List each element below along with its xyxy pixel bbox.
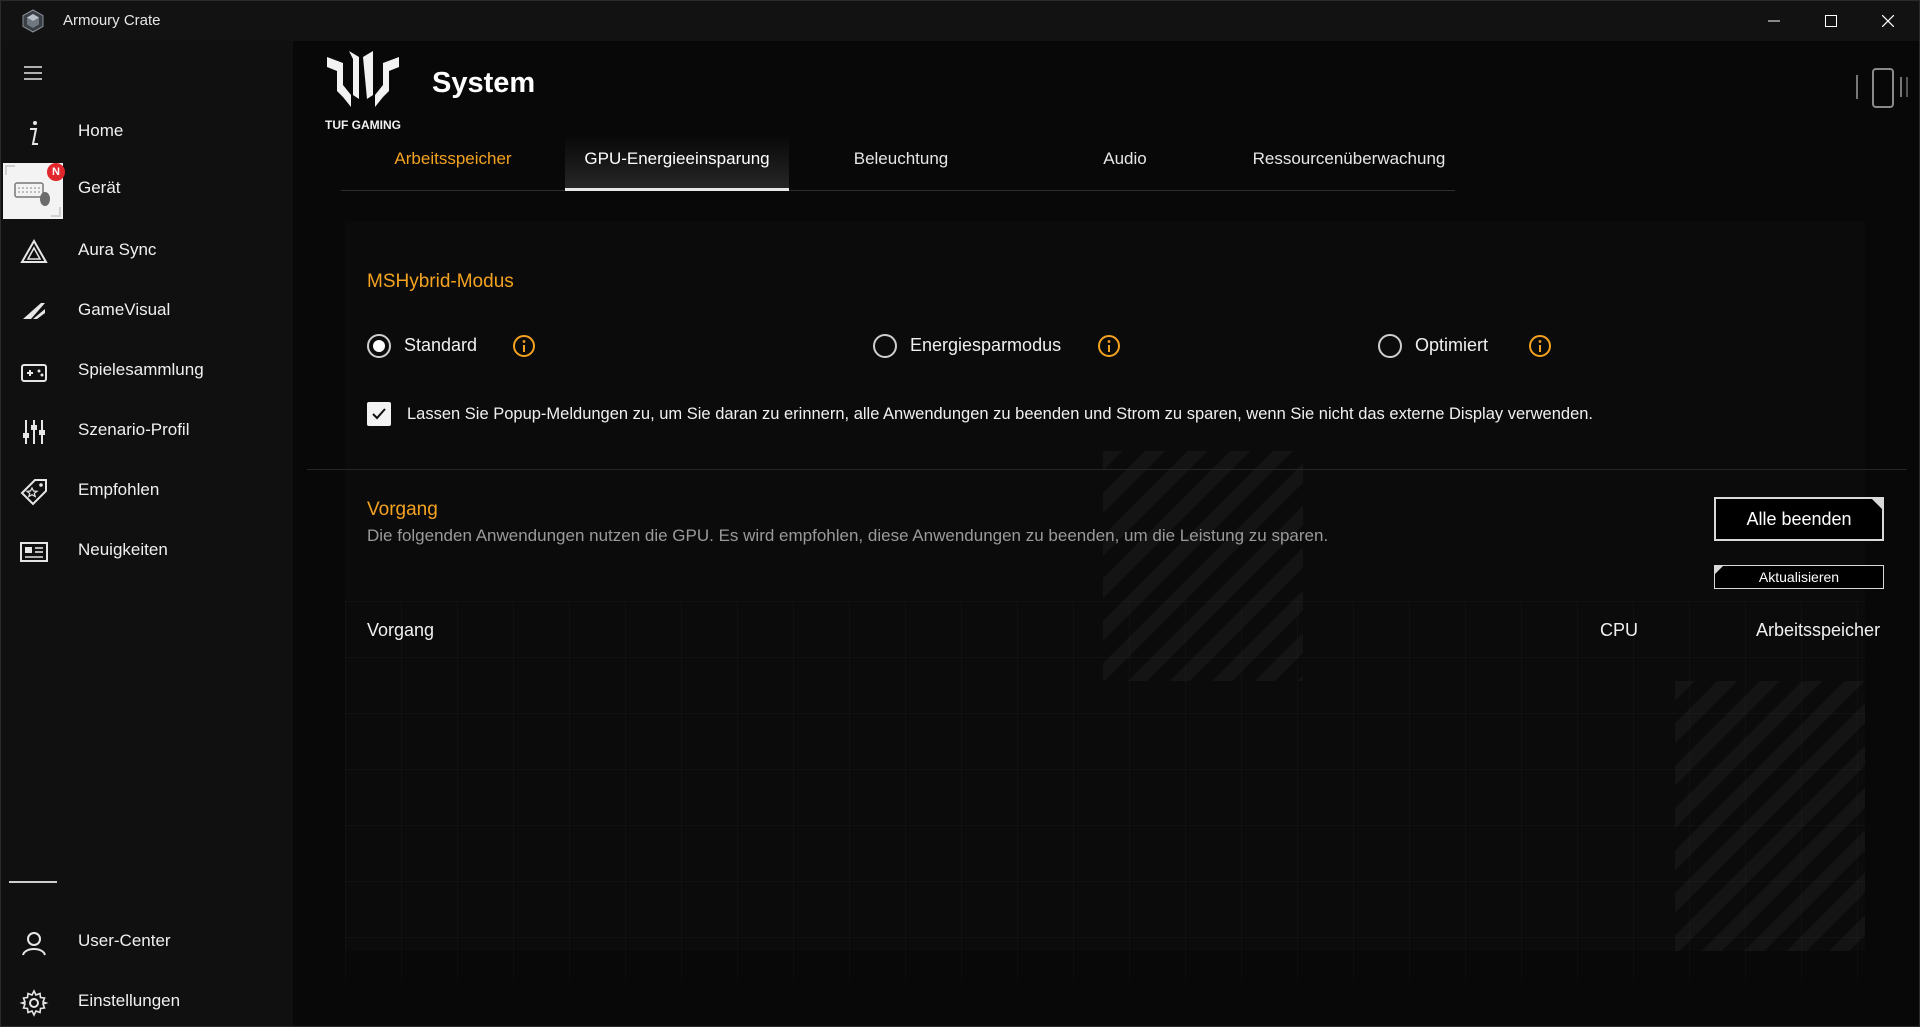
info-icon[interactable] — [1097, 334, 1121, 358]
brand-text: TUF GAMING — [325, 118, 401, 132]
maximize-icon — [1825, 15, 1837, 27]
sidebar-item-label: Gerät — [78, 178, 121, 197]
close-button[interactable] — [1860, 1, 1916, 41]
page-title: System — [432, 67, 536, 99]
sidebar-item-label: Szenario-Profil — [78, 420, 190, 439]
column-header-cpu[interactable]: CPU — [1600, 620, 1638, 641]
sidebar-item-news[interactable]: Neuigkeiten — [1, 523, 293, 579]
sidebar-item-label: GameVisual — [78, 300, 171, 319]
user-icon — [19, 928, 49, 958]
sidebar-item-recommended[interactable]: Empfohlen — [1, 463, 293, 519]
background-stripes — [1675, 681, 1865, 951]
sidebar-item-label: Aura Sync — [78, 240, 157, 259]
maximize-button[interactable] — [1803, 1, 1859, 41]
checkmark-icon — [372, 408, 386, 420]
sidebar-item-label: User-Center — [78, 931, 171, 950]
radio-power-saving-label[interactable]: Energiesparmodus — [910, 335, 1061, 356]
sidebar-item-scenario-profile[interactable]: Szenario-Profil — [1, 403, 293, 459]
process-title: Vorgang — [367, 499, 438, 520]
tab-audio[interactable]: Audio — [1013, 135, 1237, 191]
popup-reminder-label: Lassen Sie Popup-Meldungen zu, um Sie da… — [407, 405, 1594, 423]
device-thumbnail: N — [3, 163, 65, 219]
sidebar-item-gamevisual[interactable]: GameVisual — [1, 283, 293, 339]
refresh-label: Aktualisieren — [1758, 569, 1840, 585]
end-all-label: Alle beenden — [1746, 509, 1852, 529]
tab-memory[interactable]: Arbeitsspeicher — [341, 135, 565, 191]
section-divider — [307, 469, 1907, 470]
sidebar-item-label: Empfohlen — [78, 480, 160, 499]
main-content: TUF GAMING System Arbeitsspeicher GPU-En… — [293, 41, 1919, 1026]
minimize-button[interactable] — [1746, 1, 1802, 41]
sidebar-item-user-center[interactable]: User-Center — [1, 914, 293, 970]
tuf-gaming-logo: TUF GAMING — [325, 51, 401, 132]
aura-triangle-icon — [19, 237, 49, 267]
radio-standard[interactable] — [367, 334, 391, 358]
info-icon[interactable] — [512, 334, 536, 358]
sidebar-item-settings[interactable]: Einstellungen — [1, 974, 293, 1026]
sidebar-item-game-library[interactable]: Spielesammlung — [1, 343, 293, 399]
sidebar-divider — [9, 881, 57, 883]
background-stripes — [1103, 451, 1303, 681]
column-header-process[interactable]: Vorgang — [367, 620, 434, 641]
tab-resource-monitor[interactable]: Ressourcenüberwachung — [1237, 135, 1461, 191]
sidebar-item-device[interactable]: N Gerät — [1, 161, 293, 219]
end-all-button[interactable]: Alle beenden — [1714, 497, 1884, 541]
notification-badge: N — [47, 163, 65, 181]
game-library-icon — [19, 357, 49, 387]
button-notch — [1870, 497, 1884, 511]
refresh-button[interactable]: Aktualisieren — [1714, 565, 1884, 589]
hamburger-menu-icon[interactable] — [21, 61, 45, 85]
radio-optimized[interactable] — [1378, 334, 1402, 358]
info-icon[interactable] — [1528, 334, 1552, 358]
gear-icon — [19, 988, 49, 1018]
armoury-crate-logo-icon — [22, 9, 44, 33]
tab-bar: Arbeitsspeicher GPU-Energieeinsparung Be… — [341, 135, 1455, 191]
close-icon — [1882, 15, 1894, 27]
sliders-icon — [19, 417, 49, 447]
newspaper-icon — [19, 537, 49, 567]
home-i-icon — [19, 118, 49, 148]
sidebar-item-home[interactable]: Home — [1, 104, 293, 160]
sidebar-item-aura-sync[interactable]: Aura Sync — [1, 223, 293, 279]
sidebar-item-label: Spielesammlung — [78, 360, 204, 379]
window-title: Armoury Crate — [63, 12, 161, 29]
title-bar: Armoury Crate — [1, 1, 1919, 41]
tab-gpu-power-saving[interactable]: GPU-Energieeinsparung — [565, 135, 789, 191]
sidebar-item-label: Einstellungen — [78, 991, 181, 1010]
column-header-memory[interactable]: Arbeitsspeicher — [1756, 620, 1880, 641]
armoury-crate-window: Armoury Crate Home N Gerät Aura Sync Gam… — [0, 0, 1920, 1027]
process-description: Die folgenden Anwendungen nutzen die GPU… — [367, 526, 1329, 545]
button-notch — [1715, 566, 1723, 574]
tag-star-icon — [19, 477, 49, 507]
sidebar-item-label: Home — [78, 121, 124, 140]
gamevisual-icon — [19, 297, 49, 327]
mshybrid-title: MSHybrid-Modus — [367, 271, 514, 292]
popup-reminder-checkbox[interactable] — [367, 402, 391, 426]
device-frame-icon[interactable] — [1855, 65, 1911, 115]
radio-power-saving[interactable] — [873, 334, 897, 358]
sidebar-item-label: Neuigkeiten — [78, 540, 168, 559]
tab-lighting[interactable]: Beleuchtung — [789, 135, 1013, 191]
radio-optimized-label[interactable]: Optimiert — [1415, 335, 1488, 356]
sidebar: Home N Gerät Aura Sync GameVisual Spiele… — [1, 41, 293, 1026]
minimize-icon — [1768, 20, 1780, 22]
radio-standard-label[interactable]: Standard — [404, 335, 477, 356]
